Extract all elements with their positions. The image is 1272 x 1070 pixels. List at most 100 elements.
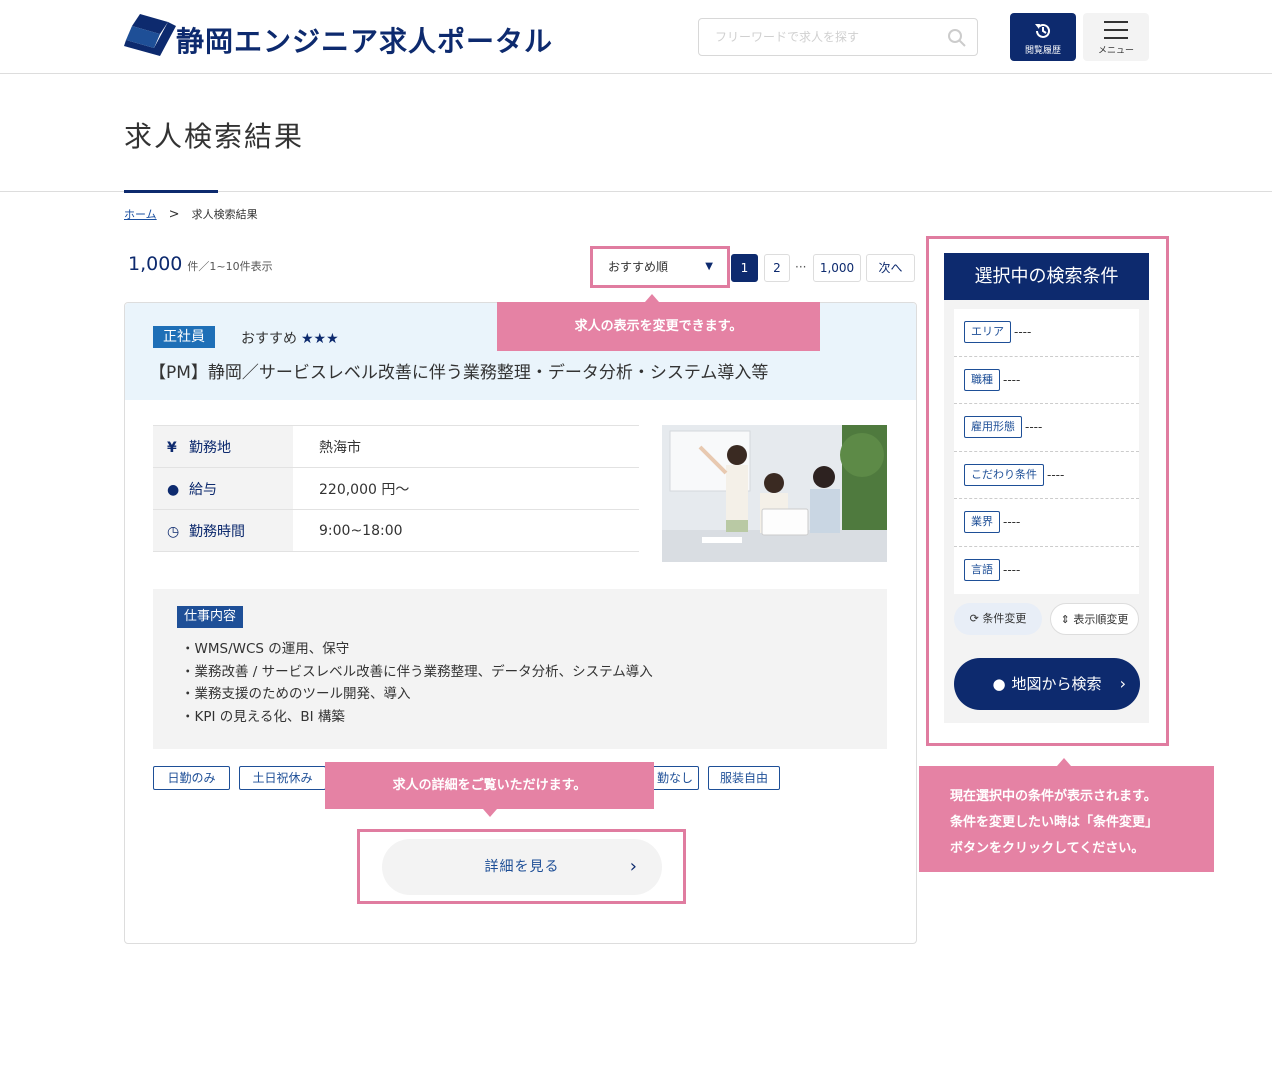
- yen-icon: ¥: [167, 439, 177, 456]
- job-photo: [662, 425, 887, 562]
- recommend-label: おすすめ: [241, 331, 297, 347]
- title-accent-bar: [124, 190, 218, 193]
- search-icon[interactable]: [947, 28, 967, 48]
- condition-value: ----: [1014, 325, 1032, 340]
- condition-value: ----: [1025, 420, 1043, 435]
- condition-label: 業界: [964, 511, 1000, 534]
- info-key: 勤務地: [189, 439, 231, 456]
- site-header: 静岡エンジニア求人ポータル 閲覧履歴 メニュー: [0, 0, 1272, 74]
- breadcrumb-separator: >: [168, 206, 180, 222]
- table-row: ¥ 勤務地 熱海市: [153, 425, 639, 468]
- site-logo[interactable]: 静岡エンジニア求人ポータル: [124, 12, 553, 60]
- condition-label: 職種: [964, 368, 1000, 391]
- recommend-rating: おすすめ ★★★: [241, 328, 339, 348]
- chevron-right-icon: ›: [1119, 674, 1126, 693]
- job-tag: 服装自由: [708, 766, 780, 790]
- logo-text: 静岡エンジニア求人ポータル: [176, 25, 554, 58]
- change-order-label: 表示順変更: [1073, 613, 1129, 626]
- conditions-tooltip-line: ボタンをクリックしてください。: [950, 841, 1145, 856]
- job-tag: 勤なし: [651, 766, 699, 790]
- sort-tooltip: 求人の表示を変更できます。: [497, 294, 820, 351]
- list-item: ・業務改善 / サービスレベル改善に伴う業務整理、データ分析、システム導入: [181, 663, 653, 680]
- condition-label: 言語: [964, 559, 1000, 582]
- change-conditions-button[interactable]: ⟳ 条件変更: [954, 603, 1042, 635]
- change-conditions-label: 条件変更: [982, 612, 1027, 625]
- job-tag: 土日祝休み: [239, 766, 326, 790]
- condition-label: こだわり条件: [964, 463, 1044, 486]
- detail-tooltip: 求人の詳細をご覧いただけます。: [325, 762, 654, 817]
- condition-row: 業界 ----: [954, 499, 1139, 547]
- result-count-range: 件／1~10件表示: [187, 260, 273, 273]
- office-photo-illustration: [662, 425, 887, 562]
- employment-type-badge: 正社員: [153, 326, 215, 348]
- info-value: 熱海市: [293, 425, 639, 468]
- sort-select[interactable]: おすすめ順 ▼: [597, 253, 723, 281]
- result-count-number: 1,000: [128, 253, 183, 275]
- condition-row: 職種 ----: [954, 357, 1139, 404]
- job-tag: 日勤のみ: [153, 766, 230, 790]
- condition-row: エリア ----: [954, 309, 1139, 357]
- menu-label: メニュー: [1097, 46, 1134, 56]
- condition-label: 雇用形態: [964, 416, 1022, 439]
- condition-label: エリア: [964, 321, 1011, 344]
- table-row: ◷ 勤務時間 9:00~18:00: [153, 509, 639, 552]
- history-button[interactable]: 閲覧履歴: [1010, 13, 1076, 61]
- sort-arrows-icon: ⇕: [1060, 613, 1070, 626]
- list-item: ・業務支援のためのツール開発、導入: [181, 686, 411, 702]
- logo-mark-icon: [124, 14, 176, 56]
- location-pin-icon: ●: [167, 481, 180, 498]
- location-pin-icon: ●: [992, 675, 1006, 693]
- change-order-button[interactable]: ⇕ 表示順変更: [1050, 603, 1139, 635]
- pagination-page-last[interactable]: 1,000: [813, 254, 861, 282]
- star-rating-icon: ★★★: [301, 331, 339, 347]
- job-title[interactable]: 【PM】静岡／サービスレベル改善に伴う業務整理・データ分析・システム導入等: [149, 358, 768, 383]
- page-title: 求人検索結果: [124, 120, 305, 153]
- list-item: ・KPI の見える化、BI 構築: [181, 708, 345, 725]
- search-conditions-list: エリア ---- 職種 ---- 雇用形態 ---- こだわり条件 ---- 業界 ---…: [954, 309, 1139, 594]
- view-detail-button[interactable]: 詳細を見る ›: [382, 839, 662, 895]
- search-conditions-panel: 選択中の検索条件 エリア ---- 職種 ---- 雇用形態 ---- こだわり条件 -…: [944, 253, 1149, 723]
- sort-select-value: おすすめ順: [608, 260, 669, 274]
- condition-value: ----: [1003, 515, 1021, 530]
- condition-row: こだわり条件 ----: [954, 452, 1139, 499]
- history-icon: [1035, 23, 1050, 38]
- breadcrumb-home-link[interactable]: ホーム: [124, 206, 157, 222]
- work-description-label: 仕事内容: [177, 606, 244, 628]
- condition-row: 言語 ----: [954, 547, 1139, 595]
- info-value: 220,000 円〜: [293, 467, 639, 510]
- result-count: 1,000 件／1~10件表示: [128, 253, 273, 275]
- freeword-search: [698, 18, 978, 56]
- search-conditions-title: 選択中の検索条件: [944, 253, 1149, 300]
- info-value: 9:00~18:00: [293, 509, 639, 552]
- view-detail-label: 詳細を見る: [484, 859, 560, 875]
- hamburger-icon: [1104, 21, 1128, 23]
- clock-icon: ◷: [167, 523, 180, 540]
- pagination-ellipsis: ···: [795, 260, 807, 274]
- condition-row: 雇用形態 ----: [954, 404, 1139, 452]
- condition-value: ----: [1003, 563, 1021, 578]
- job-info-table: ¥ 勤務地 熱海市 ● 給与 220,000 円〜 ◷ 勤務時間 9:00~18:00: [153, 425, 639, 552]
- list-item: ・WMS/WCS の運用、保守: [181, 641, 350, 657]
- conditions-tooltip: 現在選択中の条件が表示されます。 条件を変更したい時は「条件変更」 ボタンをクリ…: [919, 758, 1214, 872]
- condition-value: ----: [1047, 467, 1065, 482]
- work-description-box: 仕事内容 ・WMS/WCS の運用、保守 ・業務改善 / サービスレベル改善に伴…: [153, 589, 887, 749]
- pagination-next[interactable]: 次へ: [866, 254, 915, 282]
- conditions-tooltip-line: 現在選択中の条件が表示されます。: [950, 789, 1157, 804]
- triangle-down-icon: ▼: [705, 261, 713, 272]
- info-key: 勤務時間: [189, 523, 245, 540]
- conditions-tooltip-line: 条件を変更したい時は「条件変更」: [950, 815, 1159, 830]
- map-search-button[interactable]: ● 地図から検索 ›: [954, 658, 1140, 710]
- history-label: 閲覧履歴: [1024, 46, 1061, 56]
- pagination-page-2[interactable]: 2: [764, 254, 790, 282]
- work-description-list: ・WMS/WCS の運用、保守 ・業務改善 / サービスレベル改善に伴う業務整理…: [181, 638, 653, 728]
- chevron-right-icon: ›: [629, 856, 638, 877]
- breadcrumb-current: 求人検索結果: [191, 208, 258, 221]
- pagination-page-1[interactable]: 1: [731, 254, 758, 282]
- table-row: ● 給与 220,000 円〜: [153, 467, 639, 510]
- info-key: 給与: [189, 481, 217, 498]
- breadcrumb: ホーム > 求人検索結果: [124, 206, 258, 222]
- refresh-icon: ⟳: [969, 612, 979, 625]
- search-input[interactable]: [715, 20, 951, 54]
- menu-button[interactable]: メニュー: [1083, 13, 1149, 61]
- condition-value: ----: [1003, 372, 1021, 387]
